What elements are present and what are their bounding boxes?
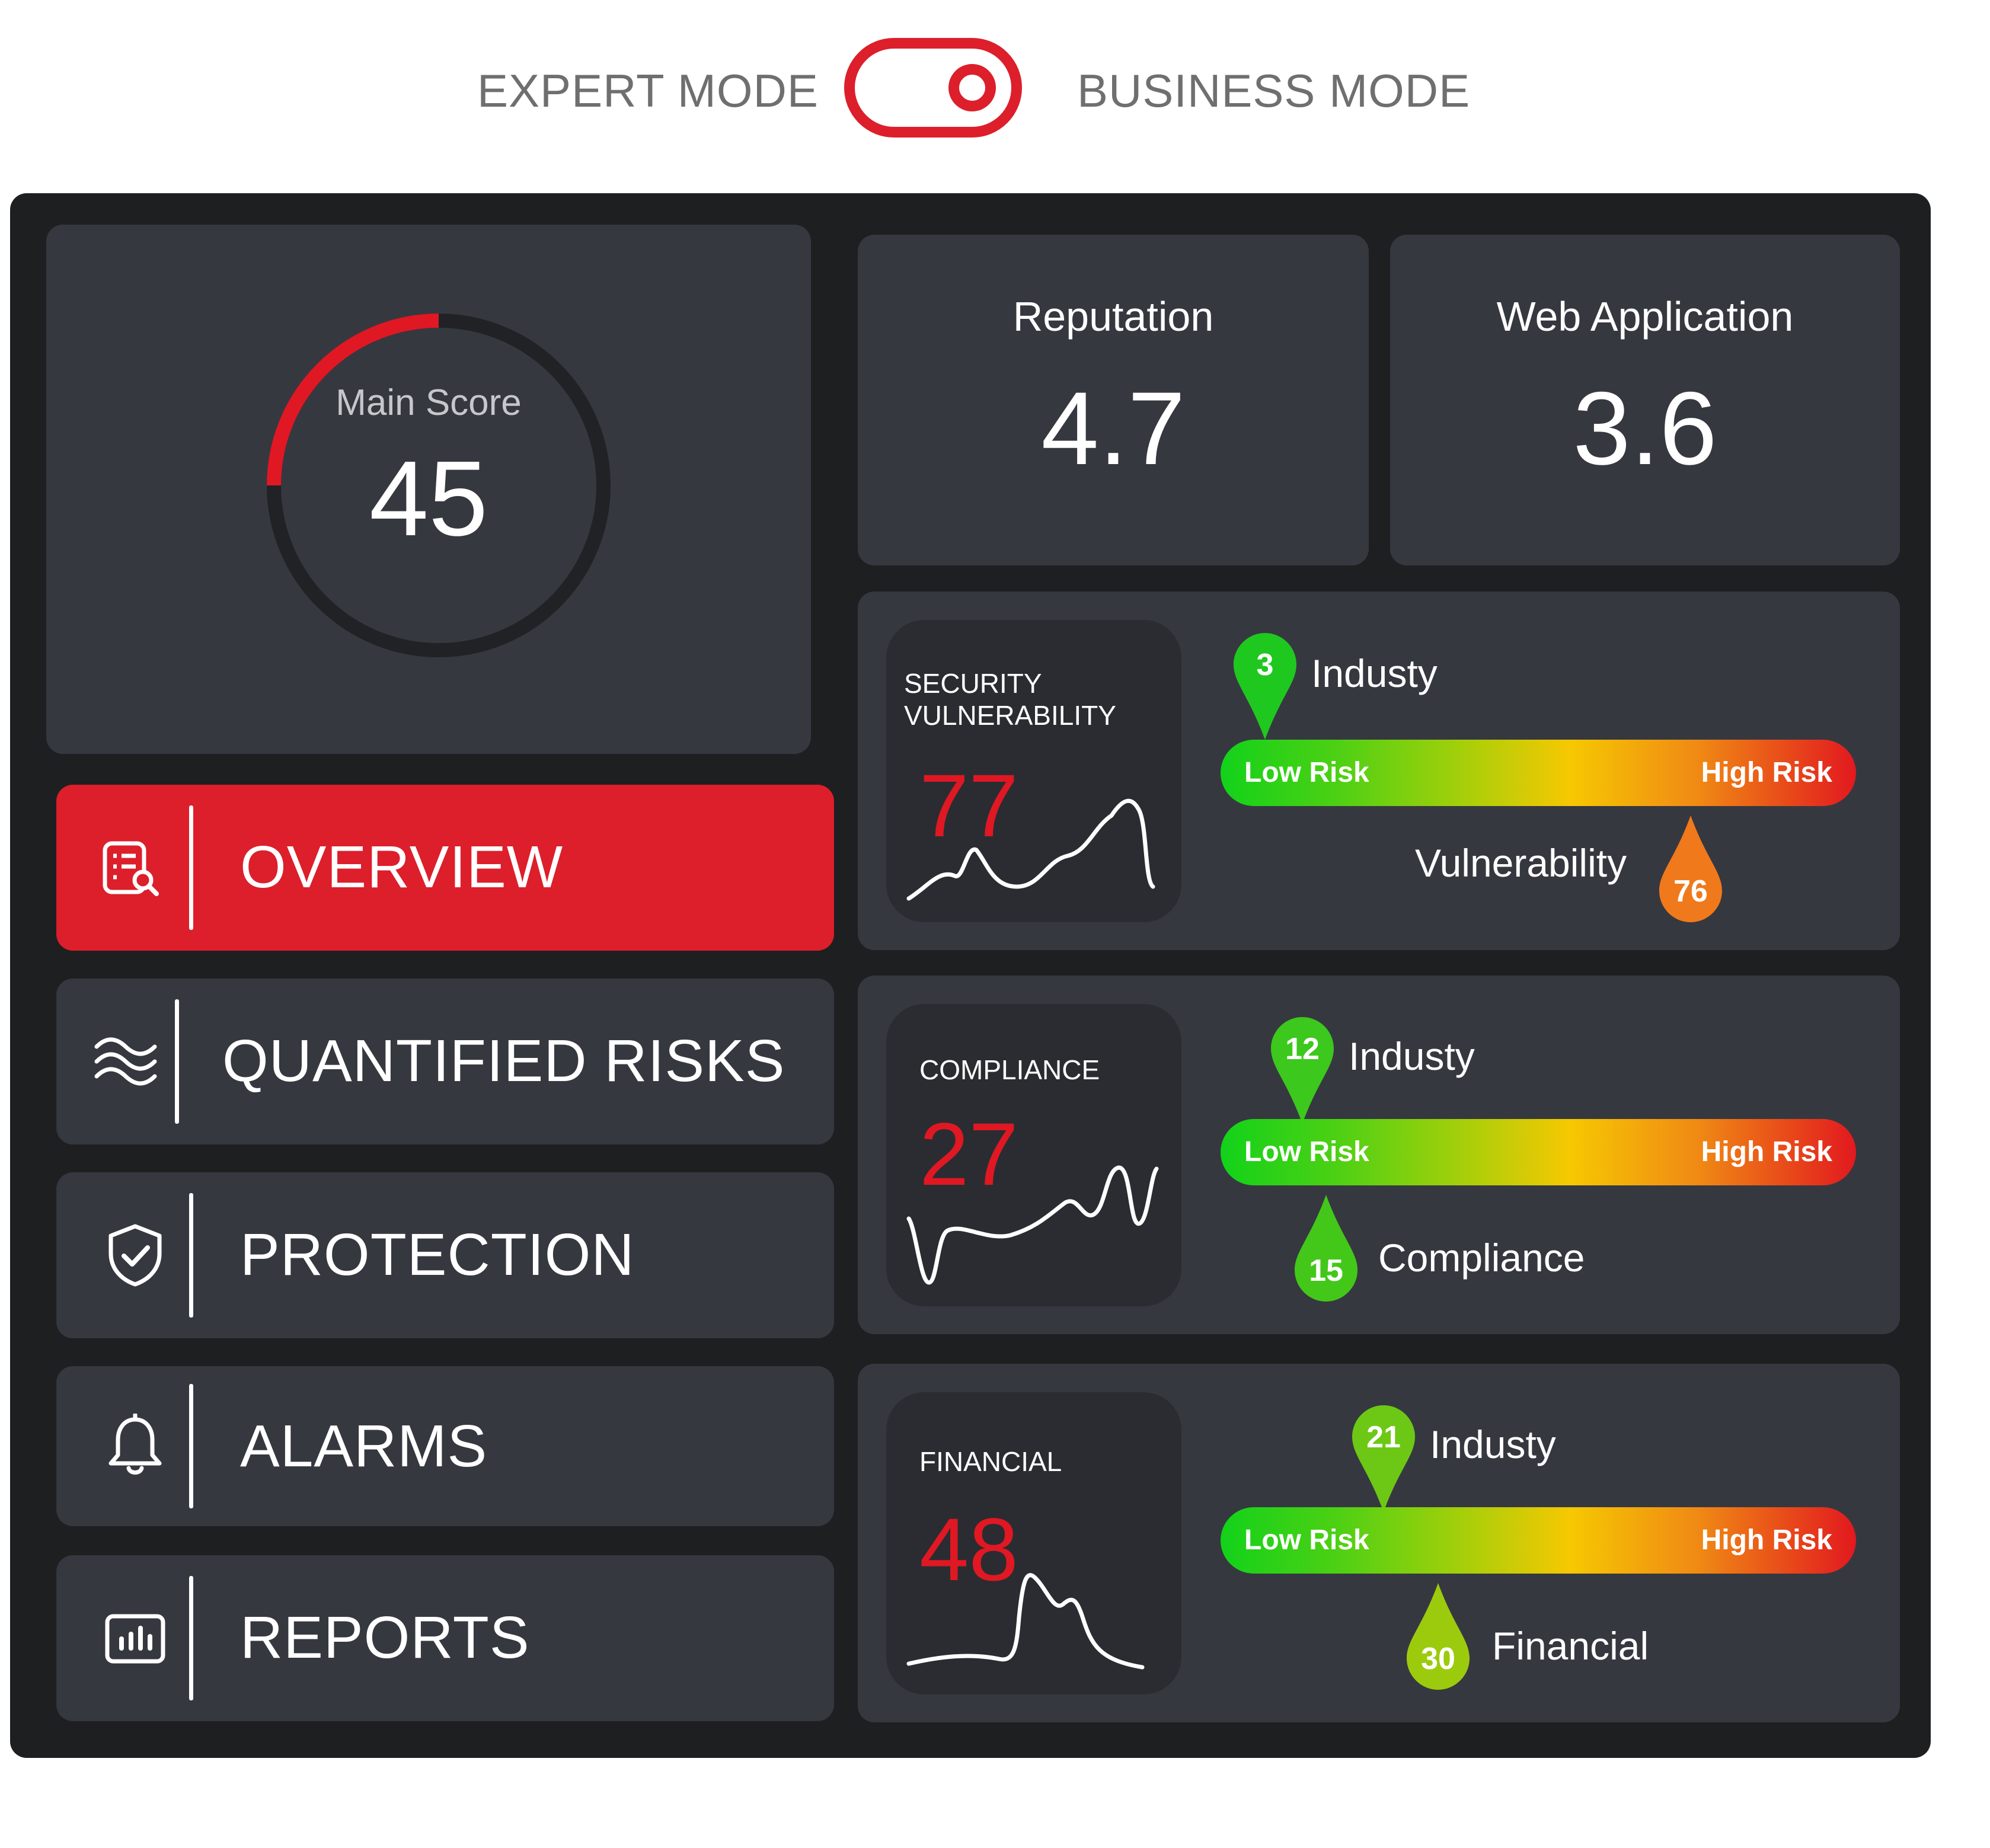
- industry-pin: 21: [1350, 1405, 1417, 1512]
- compliance-drop-marker: 15: [1292, 1195, 1360, 1302]
- high-risk-label: High Risk: [1701, 1524, 1832, 1556]
- vulnerability-value: 76: [1673, 874, 1708, 909]
- security-vulnerability-summary: SECURITY VULNERABILITY 77: [886, 620, 1181, 922]
- financial-value: 30: [1421, 1642, 1455, 1676]
- web-application-title: Web Application: [1496, 293, 1794, 340]
- nav-divider: [175, 999, 179, 1124]
- nav-divider: [189, 1576, 193, 1700]
- mode-toggle-switch[interactable]: [844, 38, 1022, 138]
- financial-card[interactable]: FINANCIAL 48 21 Industy Low Risk High Ri…: [858, 1364, 1900, 1722]
- financial-summary: FINANCIAL 48: [886, 1392, 1181, 1694]
- industry-pin: 3: [1231, 633, 1299, 740]
- vulnerability-label: Vulnerability: [1415, 841, 1627, 885]
- high-risk-label: High Risk: [1701, 757, 1832, 788]
- reputation-title: Reputation: [1012, 293, 1214, 340]
- low-risk-label: Low Risk: [1244, 1136, 1369, 1168]
- nav-quantified-risks-label: QUANTIFIED RISKS: [222, 1028, 785, 1094]
- financial-sparkline: [906, 1573, 1145, 1670]
- bar-chart-icon: [105, 1614, 165, 1664]
- risk-scale-bar: Low Risk High Risk: [1221, 1507, 1856, 1574]
- toggle-knob[interactable]: [948, 64, 996, 111]
- main-score-value: 45: [369, 439, 488, 558]
- nav-reports[interactable]: REPORTS: [56, 1555, 834, 1721]
- industry-label: Industy: [1430, 1422, 1556, 1466]
- reputation-value: 4.7: [1041, 371, 1186, 487]
- financial-title: FINANCIAL: [919, 1446, 1062, 1477]
- expert-mode-label[interactable]: EXPERT MODE: [477, 64, 819, 117]
- vulnerability-drop-marker: 76: [1657, 816, 1724, 922]
- nav-alarms-label: ALARMS: [240, 1413, 488, 1479]
- nav-protection-label: PROTECTION: [240, 1222, 635, 1288]
- main-score-label: Main Score: [336, 382, 522, 423]
- compliance-card[interactable]: COMPLIANCE 27 12 Industy Low Risk High R…: [858, 976, 1900, 1334]
- nav-quantified-risks[interactable]: QUANTIFIED RISKS: [56, 979, 834, 1144]
- financial-label: Financial: [1492, 1624, 1649, 1668]
- risk-scale-bar: Low Risk High Risk: [1221, 740, 1856, 806]
- nav-reports-label: REPORTS: [240, 1604, 530, 1671]
- reputation-card[interactable]: Reputation 4.7: [858, 235, 1369, 565]
- security-vulnerability-card[interactable]: SECURITY VULNERABILITY 77 3 Industy Low …: [858, 592, 1900, 950]
- nav-divider: [189, 1193, 193, 1318]
- nav-divider: [189, 1384, 193, 1508]
- industry-pin: 12: [1269, 1017, 1336, 1124]
- nav-protection[interactable]: PROTECTION: [56, 1172, 834, 1338]
- bell-icon: [108, 1414, 162, 1475]
- industry-value: 12: [1285, 1032, 1320, 1066]
- business-mode-label[interactable]: BUSINESS MODE: [1077, 64, 1470, 117]
- security-vulnerability-sparkline: [906, 798, 1155, 901]
- web-application-value: 3.6: [1573, 371, 1717, 487]
- risk-scale-bar: Low Risk High Risk: [1221, 1119, 1856, 1185]
- industry-value: 3: [1256, 648, 1274, 682]
- industry-label: Industy: [1349, 1034, 1475, 1078]
- report-search-icon: [103, 841, 159, 896]
- shield-check-icon: [108, 1224, 162, 1287]
- industry-label: Industy: [1311, 651, 1438, 695]
- compliance-label: Compliance: [1378, 1236, 1585, 1280]
- main-score-card: Main Score 45: [46, 225, 811, 754]
- high-risk-label: High Risk: [1701, 1136, 1832, 1168]
- compliance-summary: COMPLIANCE 27: [886, 1004, 1181, 1306]
- compliance-sparkline: [906, 1165, 1159, 1285]
- dashboard-frame: Main Score 45 OVERVIEW QUANTIFIED RISKS: [10, 193, 1931, 1758]
- nav-divider: [189, 805, 193, 930]
- compliance-title: COMPLIANCE: [919, 1054, 1100, 1085]
- low-risk-label: Low Risk: [1244, 1524, 1369, 1556]
- web-application-card[interactable]: Web Application 3.6: [1390, 235, 1900, 565]
- security-vulnerability-title: SECURITY VULNERABILITY: [904, 668, 1116, 731]
- low-risk-label: Low Risk: [1244, 757, 1369, 788]
- waves-icon: [94, 1037, 157, 1086]
- financial-drop-marker: 30: [1404, 1583, 1472, 1690]
- industry-value: 21: [1366, 1420, 1401, 1454]
- nav-overview-label: OVERVIEW: [240, 834, 564, 900]
- nav-alarms[interactable]: ALARMS: [56, 1366, 834, 1526]
- compliance-value: 15: [1309, 1254, 1343, 1288]
- nav-overview[interactable]: OVERVIEW: [56, 785, 834, 951]
